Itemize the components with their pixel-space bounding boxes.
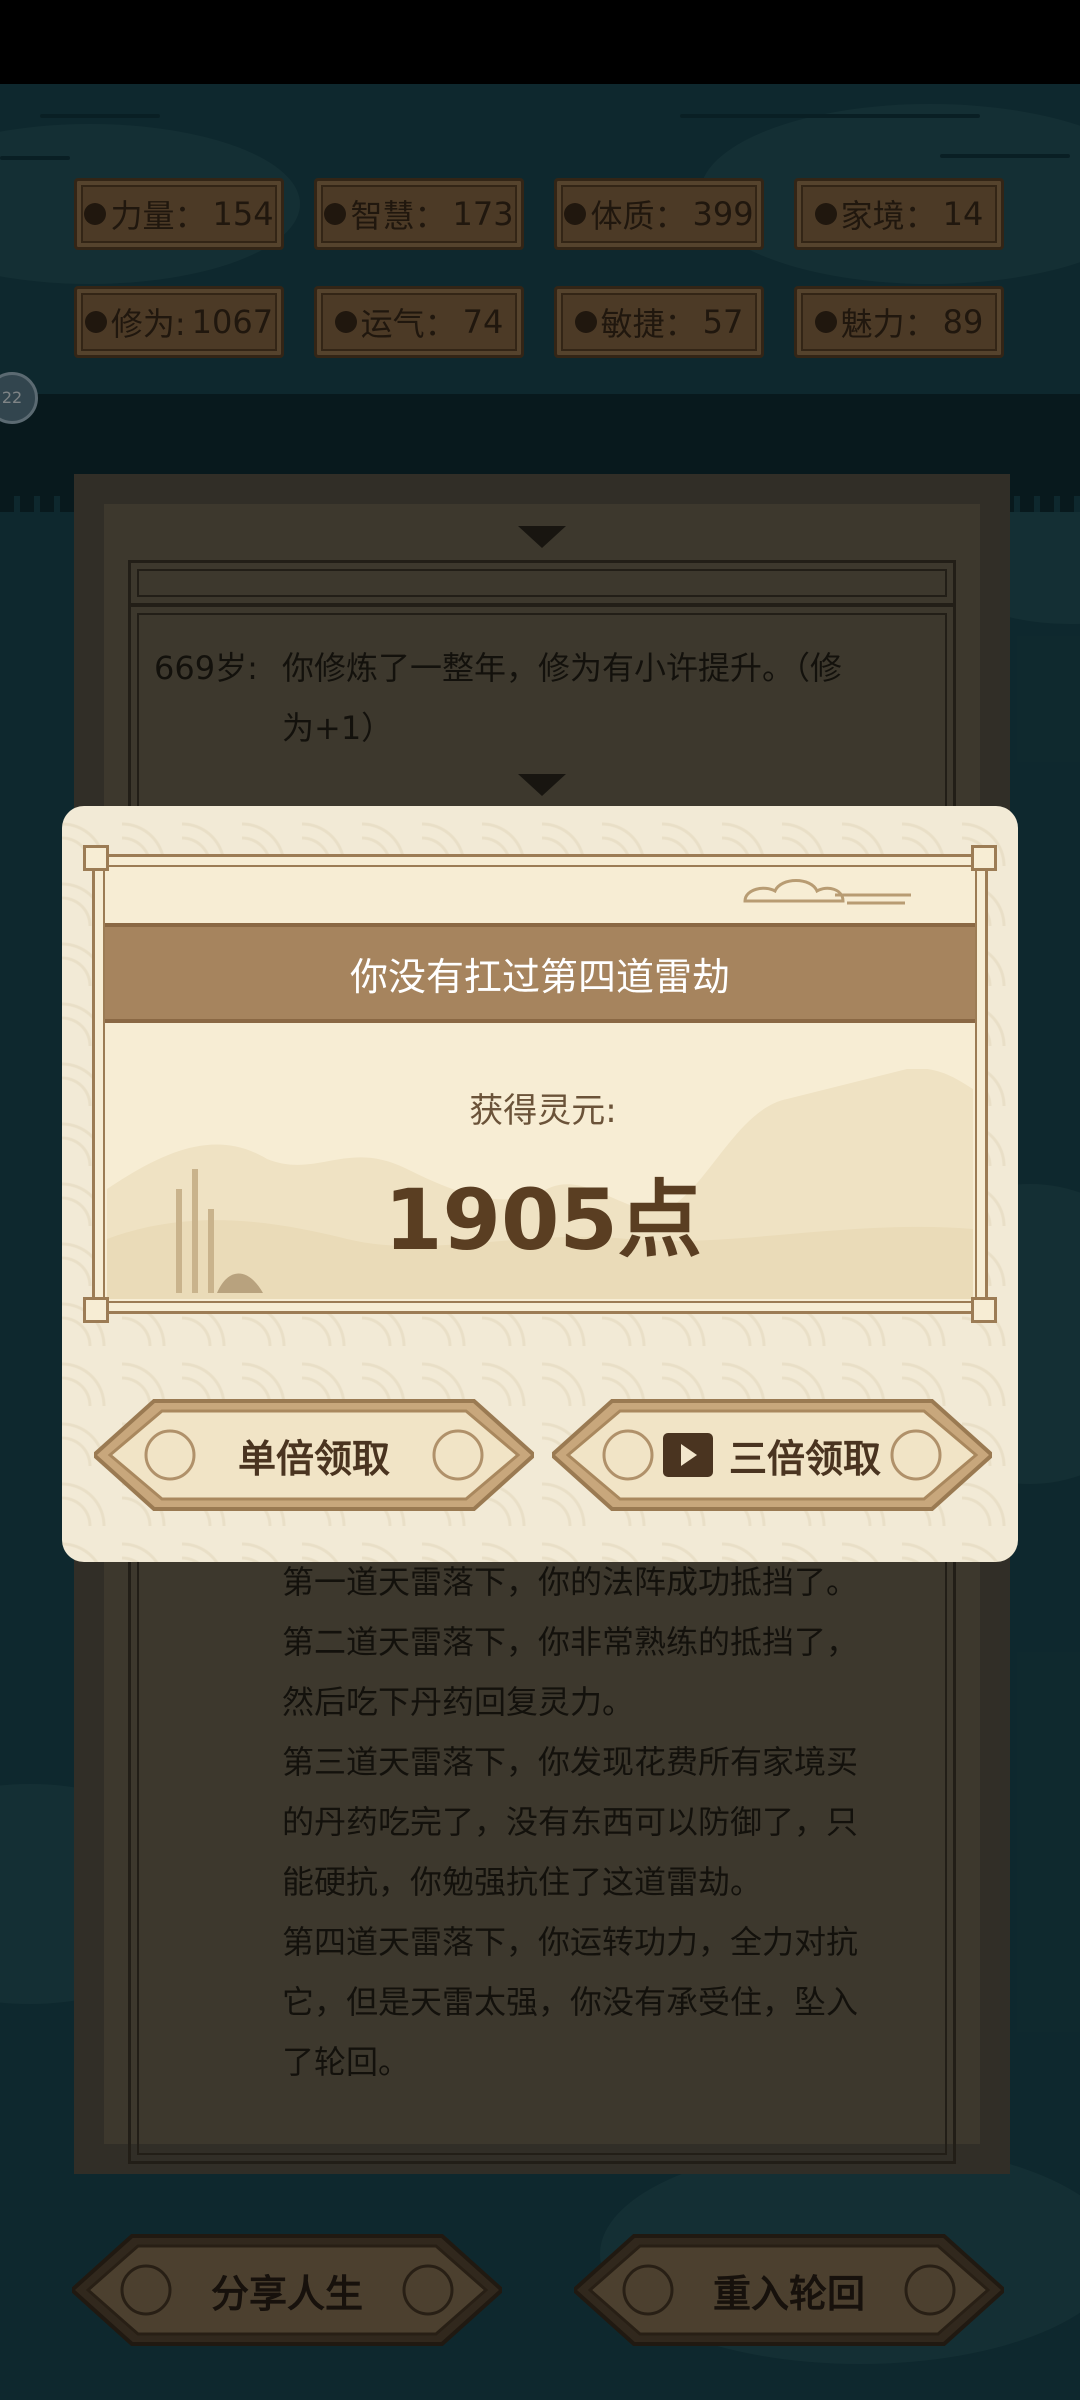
reward-value: 1905点 bbox=[384, 1171, 702, 1269]
result-card: 你没有扛过第四道雷劫 获得灵元: 1905点 bbox=[83, 845, 997, 1323]
claim-triple-button[interactable]: 三倍领取 bbox=[552, 1398, 992, 1512]
claim-single-label: 单倍领取 bbox=[237, 1436, 390, 1481]
reward-label: 获得灵元: bbox=[469, 1091, 617, 1131]
cloud-icon bbox=[743, 879, 911, 905]
card-corner bbox=[971, 1297, 997, 1323]
card-corner bbox=[83, 845, 109, 871]
status-bar bbox=[0, 0, 1080, 84]
card-corner bbox=[971, 845, 997, 871]
play-video-icon bbox=[662, 1433, 713, 1477]
claim-triple-label: 三倍领取 bbox=[728, 1436, 881, 1481]
result-dialog: 你没有扛过第四道雷劫 获得灵元: 1905点 单倍领取 三倍领取 bbox=[62, 806, 1018, 1562]
card-corner bbox=[83, 1297, 109, 1323]
claim-single-button[interactable]: 单倍领取 bbox=[94, 1398, 534, 1512]
dialog-title: 你没有扛过第四道雷劫 bbox=[105, 923, 975, 1023]
